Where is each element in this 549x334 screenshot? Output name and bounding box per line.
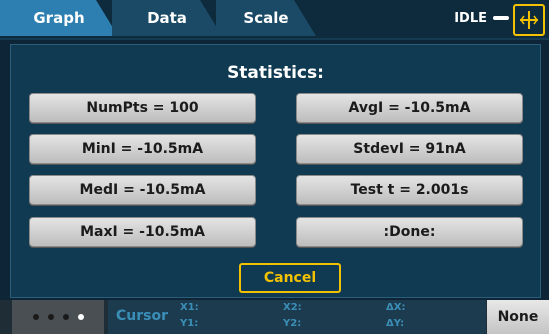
bottom-bar: Cursor X1: Y1: X2: Y2: ΔX: ΔY: None xyxy=(0,300,549,334)
cursor-label: Cursor xyxy=(116,308,169,324)
none-button[interactable]: None xyxy=(487,300,549,334)
test-time-label: Test t = 2.001s xyxy=(350,182,469,198)
tab-scale[interactable]: Scale xyxy=(216,0,316,36)
tab-scale-label: Scale xyxy=(243,9,289,27)
dialog-title: Statistics: xyxy=(227,63,324,83)
numpts-button[interactable]: NumPts = 100 xyxy=(29,93,256,123)
numpts-label: NumPts = 100 xyxy=(86,100,199,116)
statistics-dialog: Statistics: NumPts = 100 AvgI = -10.5mA … xyxy=(10,44,541,298)
crosshair-icon xyxy=(520,11,538,29)
mini-button[interactable]: MinI = -10.5mA xyxy=(29,134,256,164)
maxi-label: MaxI = -10.5mA xyxy=(80,224,205,240)
idle-bar-icon xyxy=(493,16,509,20)
dx-label: ΔX: xyxy=(386,302,406,313)
page-dot xyxy=(47,314,54,320)
none-label: None xyxy=(497,309,539,325)
y1-label: Y1: xyxy=(180,318,199,329)
stdevi-button[interactable]: StdevI = 91nA xyxy=(296,134,523,164)
status-text: IDLE xyxy=(454,10,487,26)
page-indicator[interactable] xyxy=(12,300,104,334)
test-time-button[interactable]: Test t = 2.001s xyxy=(296,175,523,205)
x2-label: X2: xyxy=(283,302,302,313)
cancel-label: Cancel xyxy=(263,270,317,286)
cancel-button[interactable]: Cancel xyxy=(239,263,341,293)
y2-label: Y2: xyxy=(283,318,302,329)
tab-data-label: Data xyxy=(147,9,187,27)
x1-label: X1: xyxy=(180,302,199,313)
top-tab-bar: Graph Data Scale IDLE xyxy=(0,0,549,40)
page-dot xyxy=(62,314,69,320)
dy-label: ΔY: xyxy=(386,318,405,329)
avgi-label: AvgI = -10.5mA xyxy=(348,100,471,116)
cursor-toggle-button[interactable] xyxy=(513,4,545,36)
avgi-button[interactable]: AvgI = -10.5mA xyxy=(296,93,523,123)
done-label: :Done: xyxy=(383,224,436,240)
stdevi-label: StdevI = 91nA xyxy=(353,141,466,157)
cursor-readout: Cursor X1: Y1: X2: Y2: ΔX: ΔY: xyxy=(108,300,486,334)
tab-graph-label: Graph xyxy=(33,9,85,27)
page-dot-active xyxy=(77,314,84,320)
maxi-button[interactable]: MaxI = -10.5mA xyxy=(29,217,256,247)
tab-graph[interactable]: Graph xyxy=(0,0,118,36)
mini-label: MinI = -10.5mA xyxy=(81,141,204,157)
medi-button[interactable]: MedI = -10.5mA xyxy=(29,175,256,205)
page-dot xyxy=(32,314,39,320)
status-indicator: IDLE xyxy=(454,0,509,36)
tab-data[interactable]: Data xyxy=(112,0,222,36)
done-button[interactable]: :Done: xyxy=(296,217,523,247)
medi-label: MedI = -10.5mA xyxy=(79,182,206,198)
